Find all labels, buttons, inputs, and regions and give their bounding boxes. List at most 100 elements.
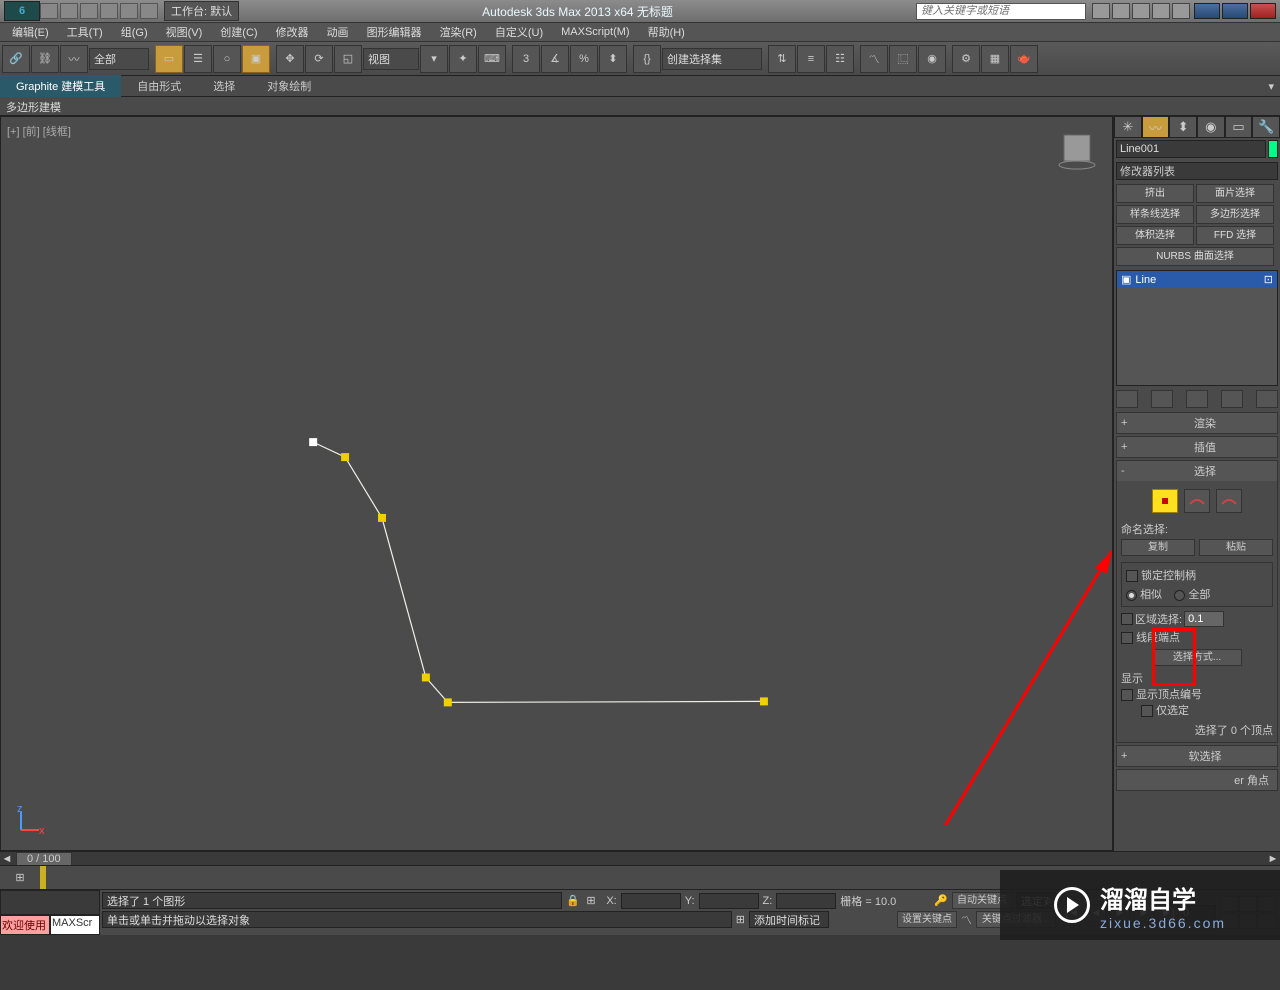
area-select-checkbox[interactable] (1121, 613, 1133, 625)
time-scrollbar[interactable]: ◄ 0 / 100 ► (0, 851, 1280, 865)
spline-subobject-button[interactable] (1216, 489, 1242, 513)
ribbon-expand-icon[interactable]: ▾ (1262, 80, 1280, 93)
copy-named-button[interactable]: 复制 (1121, 539, 1195, 556)
all-radio[interactable] (1174, 590, 1185, 601)
rotate-button[interactable]: ⟳ (305, 45, 333, 73)
segment-subobject-button[interactable] (1184, 489, 1210, 513)
remove-modifier-icon[interactable] (1221, 390, 1243, 408)
menu-grapheditors[interactable]: 图形编辑器 (359, 22, 430, 42)
select-region-circle-button[interactable]: ○ (213, 45, 241, 73)
seg-ends-checkbox[interactable] (1121, 632, 1133, 644)
similar-radio[interactable] (1126, 590, 1137, 601)
qat-open-icon[interactable] (60, 3, 78, 19)
show-vertex-checkbox[interactable] (1121, 689, 1133, 701)
select-object-button[interactable]: ▭ (155, 45, 183, 73)
ribbon-tab-freeform[interactable]: 自由形式 (121, 75, 197, 97)
menu-create[interactable]: 创建(C) (212, 22, 265, 42)
selected-only-checkbox[interactable] (1141, 705, 1153, 717)
app-menu-button[interactable] (4, 1, 40, 21)
snap-3-button[interactable]: 3 (512, 45, 540, 73)
track-config-icon[interactable]: ⊞ (15, 871, 24, 884)
qat-new-icon[interactable] (40, 3, 58, 19)
keymode-icon[interactable]: 〽 (961, 912, 972, 928)
qat-redo-icon[interactable] (120, 3, 138, 19)
stack-expand-icon[interactable]: ▣ (1121, 273, 1131, 286)
workspace-dropdown[interactable]: 工作台: 默认 (164, 1, 239, 21)
viewport-front[interactable]: [+] [前] [线框] z x (0, 116, 1113, 851)
render-button[interactable]: 🫖 (1010, 45, 1038, 73)
modbtn-nurbs[interactable]: NURBS 曲面选择 (1116, 247, 1274, 266)
menu-animation[interactable]: 动画 (319, 22, 357, 42)
modbtn-extrude[interactable]: 挤出 (1116, 184, 1194, 203)
align-button[interactable]: ≡ (797, 45, 825, 73)
modifier-stack[interactable]: ▣ Line ⊡ (1116, 270, 1278, 386)
curve-editor-button[interactable]: 〽 (860, 45, 888, 73)
qat-save-icon[interactable] (80, 3, 98, 19)
unlink-icon[interactable]: ⛓ (31, 45, 59, 73)
isolate-icon[interactable]: ⊞ (586, 894, 602, 907)
display-tab-icon[interactable]: ▭ (1225, 116, 1253, 138)
object-color-swatch[interactable] (1268, 140, 1278, 158)
rollout-geometry-header[interactable]: er 角点 (1117, 770, 1277, 790)
layers-button[interactable]: ☷ (826, 45, 854, 73)
make-unique-icon[interactable] (1186, 390, 1208, 408)
help-icon[interactable] (1172, 3, 1190, 19)
show-end-result-icon[interactable] (1151, 390, 1173, 408)
percent-snap-button[interactable]: % (570, 45, 598, 73)
spinner-snap-button[interactable]: ⬍ (599, 45, 627, 73)
exchange-icon[interactable] (1132, 3, 1150, 19)
keyboard-shortcut-button[interactable]: ⌨ (478, 45, 506, 73)
lock-selection-icon[interactable]: 🔒 (566, 894, 582, 907)
menu-modifiers[interactable]: 修改器 (268, 22, 317, 42)
menu-edit[interactable]: 编辑(E) (4, 22, 57, 42)
select-by-button[interactable]: 选择方式... (1152, 649, 1242, 666)
timetag-icon[interactable]: ⊞ (736, 913, 745, 926)
refcoord-dropdown[interactable]: 视图 (363, 48, 419, 70)
menu-maxscript[interactable]: MAXScript(M) (553, 24, 637, 40)
menu-rendering[interactable]: 渲染(R) (432, 22, 485, 42)
menu-group[interactable]: 组(G) (113, 22, 156, 42)
ribbon-tab-graphite[interactable]: Graphite 建模工具 (0, 75, 121, 97)
modbtn-ffdselect[interactable]: FFD 选择 (1196, 226, 1274, 245)
y-coord-field[interactable] (699, 893, 759, 909)
selection-filter-dropdown[interactable]: 全部 (89, 48, 149, 70)
key-icon[interactable]: 🔑 (934, 894, 948, 907)
rollout-rendering-header[interactable]: +渲染 (1117, 413, 1277, 433)
create-tab-icon[interactable]: ✳ (1114, 116, 1142, 138)
area-select-spinner[interactable] (1184, 611, 1224, 627)
modbtn-patchselect[interactable]: 面片选择 (1196, 184, 1274, 203)
modbtn-splineselect[interactable]: 样条线选择 (1116, 205, 1194, 224)
manipulate-button[interactable]: ✦ (449, 45, 477, 73)
object-name-field[interactable] (1116, 140, 1266, 158)
setkey-button[interactable]: 设置关键点 (897, 911, 957, 928)
rollout-softselection-header[interactable]: +软选择 (1117, 746, 1277, 766)
menu-tools[interactable]: 工具(T) (59, 22, 111, 42)
schematic-button[interactable]: ⿺ (889, 45, 917, 73)
subscription-icon[interactable] (1112, 3, 1130, 19)
stack-item-line[interactable]: ▣ Line ⊡ (1117, 271, 1277, 288)
ribbon-tab-objectpaint[interactable]: 对象绘制 (251, 75, 327, 97)
qat-project-icon[interactable] (140, 3, 158, 19)
modifier-list-dropdown[interactable]: 修改器列表 (1116, 162, 1278, 180)
utilities-tab-icon[interactable]: 🔧 (1252, 116, 1280, 138)
ribbon-tab-selection[interactable]: 选择 (197, 75, 251, 97)
time-slider[interactable]: 0 / 100 (16, 852, 72, 866)
select-by-name-button[interactable]: ☰ (184, 45, 212, 73)
modify-tab-icon[interactable]: 〰 (1142, 116, 1170, 138)
pivot-button[interactable]: ▾ (420, 45, 448, 73)
hierarchy-tab-icon[interactable]: ⬍ (1169, 116, 1197, 138)
bind-icon[interactable]: 〰 (60, 45, 88, 73)
angle-snap-button[interactable]: ∡ (541, 45, 569, 73)
paste-named-button[interactable]: 粘贴 (1199, 539, 1273, 556)
maxscript-mini-listener[interactable] (0, 890, 100, 915)
scroll-left-icon[interactable]: ◄ (0, 853, 14, 865)
close-button[interactable] (1250, 3, 1276, 19)
motion-tab-icon[interactable]: ◉ (1197, 116, 1225, 138)
window-crossing-button[interactable]: ▣ (242, 45, 270, 73)
named-selection-dropdown[interactable]: 创建选择集 (662, 48, 762, 70)
scale-button[interactable]: ◱ (334, 45, 362, 73)
viewport-label[interactable]: [+] [前] [线框] (7, 123, 71, 139)
z-coord-field[interactable] (776, 893, 836, 909)
menu-views[interactable]: 视图(V) (158, 22, 211, 42)
time-tag-field[interactable] (749, 911, 829, 928)
